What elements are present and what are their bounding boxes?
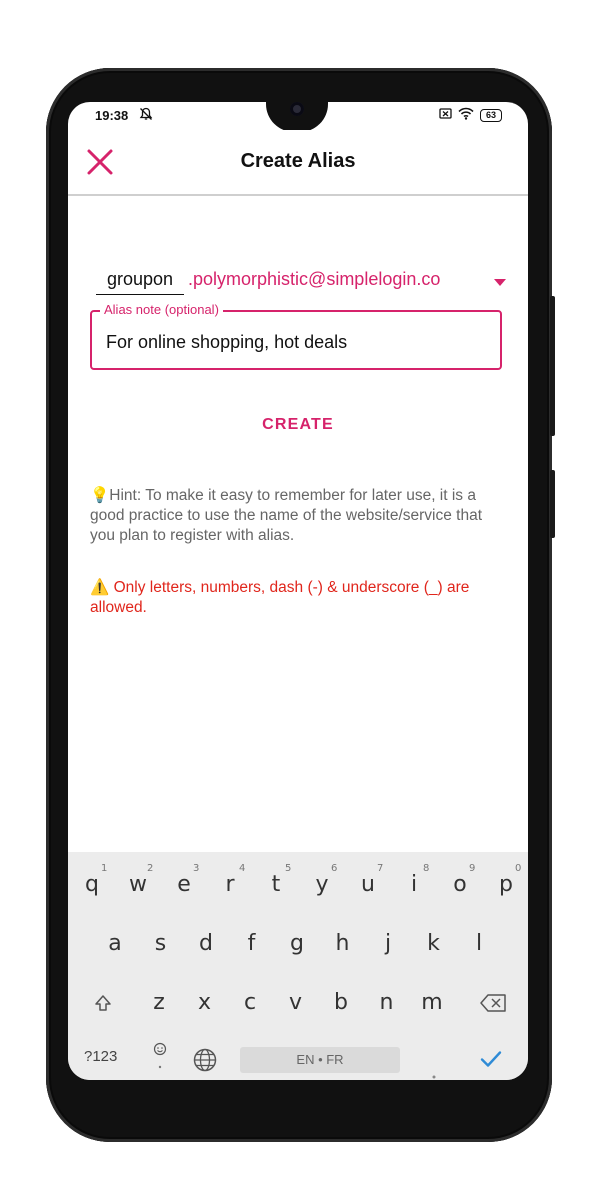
key-a-label: a [108, 931, 122, 956]
key-u-label: u [361, 872, 375, 897]
key-f[interactable]: f [229, 919, 275, 969]
key-p[interactable]: p0 [483, 860, 528, 910]
key-r-label: r [225, 872, 235, 897]
key-u-number-hint: 7 [377, 863, 384, 874]
key-f-label: f [247, 931, 256, 956]
screen: 19:38 63 Create Alias groupon .polymorph… [68, 102, 528, 1080]
space-bar[interactable]: EN • FR [240, 1047, 400, 1073]
key-j-label: j [384, 931, 392, 956]
key-t-number-hint: 5 [285, 863, 292, 874]
globe-icon[interactable] [193, 1048, 217, 1076]
warning-text: ⚠️ Only letters, numbers, dash (-) & und… [90, 579, 470, 616]
key-d-label: d [199, 931, 213, 956]
power-button [550, 470, 555, 538]
sim-off-icon [439, 107, 452, 123]
key-h-label: h [335, 931, 350, 956]
shift-icon[interactable] [80, 978, 126, 1028]
volume-button [550, 296, 555, 436]
app-bar: Create Alias [68, 130, 528, 196]
suffix-dropdown-icon[interactable] [494, 274, 506, 292]
key-l-label: l [475, 931, 483, 956]
key-x-label: x [197, 990, 212, 1015]
key-o-number-hint: 9 [469, 863, 476, 874]
camera-notch [266, 102, 328, 132]
key-i-label: i [410, 872, 418, 897]
backspace-icon[interactable] [470, 978, 516, 1028]
key-y-number-hint: 6 [331, 863, 338, 874]
key-m[interactable]: m [409, 978, 455, 1028]
create-button[interactable]: CREATE [248, 416, 348, 434]
key-z[interactable]: z [136, 978, 182, 1028]
key-b-label: b [334, 990, 348, 1015]
key-c[interactable]: c [227, 978, 273, 1028]
key-v-label: v [288, 990, 303, 1015]
alias-prefix-input[interactable]: groupon [96, 266, 184, 295]
key-w[interactable]: w2 [115, 860, 161, 910]
emoji-icon[interactable] [152, 1042, 168, 1076]
key-h[interactable]: h [320, 919, 366, 969]
key-e-label: e [177, 872, 191, 897]
key-b[interactable]: b [318, 978, 364, 1028]
front-camera [290, 102, 304, 116]
alias-suffix: .polymorphistic@simplelogin.co [188, 269, 441, 289]
key-y[interactable]: y6 [299, 860, 345, 910]
symbols-key[interactable]: ?123 [84, 1048, 117, 1065]
key-t[interactable]: t5 [253, 860, 299, 910]
key-p-label: p [499, 872, 513, 897]
key-r[interactable]: r4 [207, 860, 253, 910]
key-q-number-hint: 1 [101, 863, 108, 874]
key-i-number-hint: 8 [423, 863, 430, 874]
key-e[interactable]: e3 [161, 860, 207, 910]
key-k[interactable]: k [411, 919, 457, 969]
keyboard: q1w2e3r4t5y6u7i8o9p0 asdfghjkl zxcvbnm ?… [68, 852, 528, 1080]
alias-note-value: For online shopping, hot deals [106, 332, 348, 352]
key-r-number-hint: 4 [239, 863, 246, 874]
key-x[interactable]: x [182, 978, 228, 1028]
key-t-label: t [271, 872, 281, 897]
key-i[interactable]: i8 [391, 860, 437, 910]
key-n[interactable]: n [364, 978, 410, 1028]
checkmark-icon[interactable] [480, 1050, 502, 1072]
key-o-label: o [453, 872, 467, 897]
key-z-label: z [153, 990, 165, 1015]
key-q-label: q [85, 872, 99, 897]
alias-note-label: Alias note (optional) [100, 302, 223, 318]
key-d[interactable]: d [183, 919, 229, 969]
status-bar: 19:38 63 [68, 102, 528, 132]
key-p-number-hint: 0 [515, 863, 522, 874]
key-m-label: m [421, 990, 443, 1015]
key-w-number-hint: 2 [147, 863, 154, 874]
key-v[interactable]: v [273, 978, 319, 1028]
key-o[interactable]: o9 [437, 860, 483, 910]
period-dot [432, 1066, 436, 1080]
key-g[interactable]: g [274, 919, 320, 969]
key-s-label: s [154, 931, 167, 956]
key-q[interactable]: q1 [69, 860, 115, 910]
wifi-icon [458, 107, 474, 123]
key-c-label: c [243, 990, 257, 1015]
key-s[interactable]: s [138, 919, 184, 969]
key-l[interactable]: l [456, 919, 502, 969]
key-e-number-hint: 3 [193, 863, 200, 874]
hint-text: 💡Hint: To make it easy to remember for l… [90, 487, 483, 544]
key-a[interactable]: a [92, 919, 138, 969]
key-y-label: y [315, 872, 329, 897]
key-u[interactable]: u7 [345, 860, 391, 910]
page-title: Create Alias [240, 150, 356, 172]
status-time: 19:38 [95, 108, 129, 123]
alias-note-field[interactable]: Alias note (optional) For online shoppin… [90, 302, 502, 370]
key-k-label: k [427, 931, 440, 956]
key-g-label: g [290, 931, 304, 956]
battery-indicator: 63 [479, 108, 502, 122]
key-w-label: w [129, 872, 147, 897]
key-j[interactable]: j [365, 919, 411, 969]
key-n-label: n [379, 990, 394, 1015]
bell-off-icon [139, 107, 153, 124]
